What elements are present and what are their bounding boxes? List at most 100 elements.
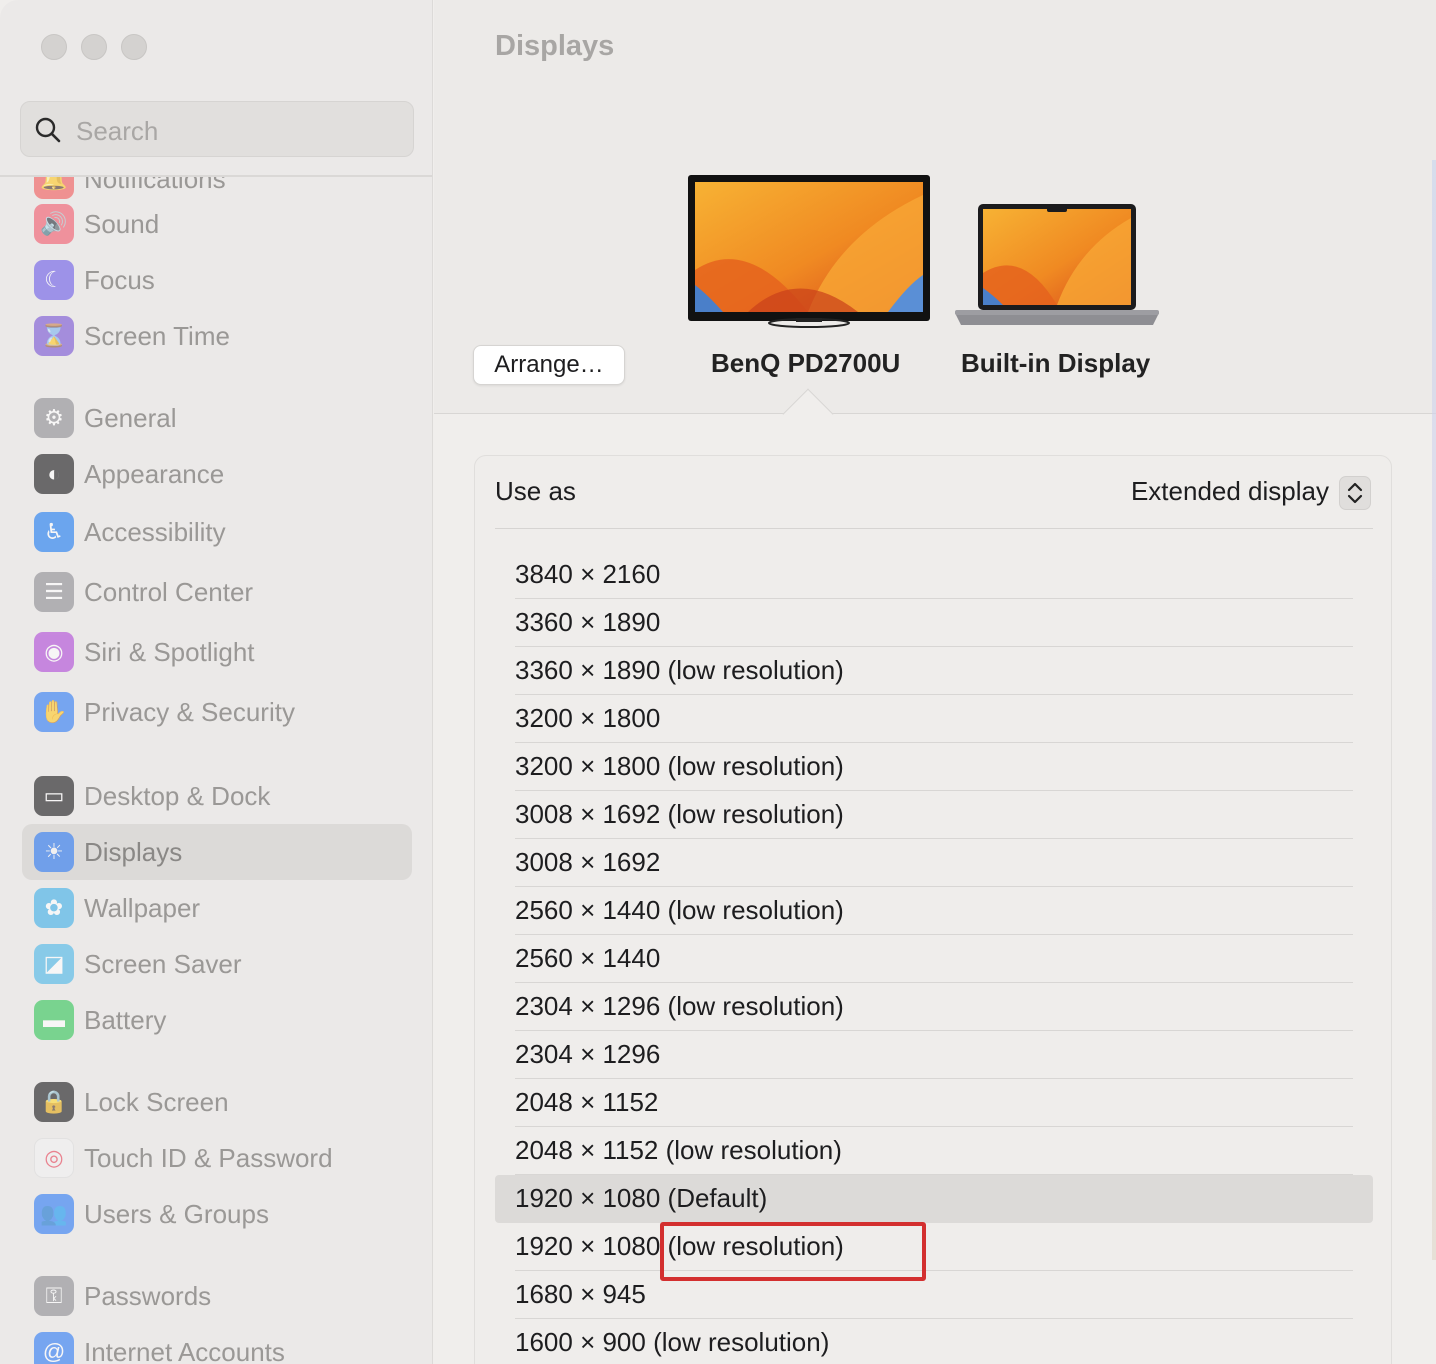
toggles-icon: ☰ — [34, 572, 74, 612]
annotation-highlight-box — [660, 1222, 926, 1281]
resolution-option[interactable]: 2304 × 1296 (low resolution) — [495, 983, 1373, 1031]
resolution-option[interactable]: 3360 × 1890 — [495, 599, 1373, 647]
search-input[interactable]: Search — [76, 116, 158, 147]
resolution-option[interactable]: 3200 × 1800 (low resolution) — [495, 743, 1373, 791]
card-divider — [495, 528, 1373, 529]
arrange-button[interactable]: Arrange… — [473, 345, 625, 385]
sidebar-item-label: Accessibility — [84, 517, 226, 547]
sidebar-item-label: Battery — [84, 1005, 167, 1035]
sidebar-item-privacy-security[interactable]: ✋ Privacy & Security — [22, 684, 412, 740]
minimize-window-button[interactable] — [81, 34, 107, 60]
resolution-option[interactable]: 2560 × 1440 (low resolution) — [495, 887, 1373, 935]
resolution-option[interactable]: 3008 × 1692 — [495, 839, 1373, 887]
resolution-label: 3360 × 1890 — [515, 607, 661, 637]
hourglass-icon: ⌛ — [34, 316, 74, 356]
resolution-label: 3200 × 1800 (low resolution) — [515, 751, 844, 781]
zoom-window-button[interactable] — [121, 34, 147, 60]
sidebar-item-passwords[interactable]: ⚿ Passwords — [22, 1268, 412, 1324]
sidebar-item-label: Focus — [84, 265, 155, 295]
dock-icon: ▭ — [34, 776, 74, 816]
resolution-option[interactable]: 1920 × 1080 (Default) — [495, 1175, 1373, 1223]
resolution-label: 3200 × 1800 — [515, 703, 661, 733]
sidebar-item-internet-accounts[interactable]: @ Internet Accounts — [22, 1324, 412, 1364]
sidebar-item-general[interactable]: ⚙ General — [22, 390, 412, 446]
resolution-option[interactable]: 3200 × 1800 — [495, 695, 1373, 743]
speaker-icon: 🔊 — [34, 204, 74, 244]
resolution-option[interactable]: 3008 × 1692 (low resolution) — [495, 791, 1373, 839]
search-field[interactable]: Search — [20, 101, 414, 157]
resolution-option[interactable]: 3840 × 2160 — [495, 551, 1373, 599]
resolution-option[interactable]: 3360 × 1890 (low resolution) — [495, 647, 1373, 695]
sidebar-item-touch-id-password[interactable]: ◎ Touch ID & Password — [22, 1130, 412, 1186]
sidebar-item-label: Desktop & Dock — [84, 781, 271, 811]
battery-icon: ▬ — [34, 1000, 74, 1040]
resolution-option[interactable]: 1920 × 1080 (low resolution) — [495, 1223, 1373, 1271]
appearance-icon: ◐ — [34, 454, 74, 494]
sidebar-item-label: Control Center — [84, 577, 254, 607]
resolution-option[interactable]: 2048 × 1152 (low resolution) — [495, 1127, 1373, 1175]
sidebar: Search 🔔 Notifications 🔊 Sound ☾ Focus ⌛ Screen… — [0, 0, 433, 1364]
resolution-option[interactable]: 2560 × 1440 — [495, 935, 1373, 983]
resolution-option[interactable]: 2304 × 1296 — [495, 1031, 1373, 1079]
resolution-option[interactable]: 1600 × 900 (low resolution) — [495, 1319, 1373, 1364]
sidebar-item-label: Lock Screen — [84, 1087, 229, 1117]
sidebar-item-control-center[interactable]: ☰ Control Center — [22, 564, 412, 620]
sidebar-item-label: Wallpaper — [84, 893, 201, 923]
resolution-option[interactable]: 1680 × 945 — [495, 1271, 1373, 1319]
sidebar-item-label: Displays — [84, 837, 183, 867]
sidebar-item-siri-spotlight[interactable]: ◉ Siri & Spotlight — [22, 624, 412, 680]
moon-icon: ☾ — [34, 260, 74, 300]
use-as-popup[interactable]: Extended display — [1131, 476, 1329, 507]
sidebar-item-label: Appearance — [84, 459, 225, 489]
key-icon: ⚿ — [34, 1276, 74, 1316]
sidebar-item-screen-saver[interactable]: ◪ Screen Saver — [22, 936, 412, 992]
sidebar-item-accessibility[interactable]: ♿ Accessibility — [22, 504, 412, 560]
sidebar-item-label: Privacy & Security — [84, 697, 295, 727]
use-as-label: Use as — [495, 476, 576, 506]
sidebar-item-users-groups[interactable]: 👥 Users & Groups — [22, 1186, 412, 1242]
external-monitor-icon[interactable] — [688, 175, 930, 331]
resolution-label: 2560 × 1440 (low resolution) — [515, 895, 844, 925]
sidebar-item-focus[interactable]: ☾ Focus — [22, 252, 412, 308]
sidebar-item-label: Users & Groups — [84, 1199, 269, 1229]
sidebar-item-appearance[interactable]: ◐ Appearance — [22, 446, 412, 502]
resolution-label: 3008 × 1692 (low resolution) — [515, 799, 844, 829]
laptop-icon[interactable] — [953, 203, 1161, 329]
resolution-option[interactable]: 2048 × 1152 — [495, 1079, 1373, 1127]
sidebar-item-screen-time[interactable]: ⌛ Screen Time — [22, 308, 412, 364]
display-name-benq[interactable]: BenQ PD2700U — [711, 348, 900, 379]
close-window-button[interactable] — [41, 34, 67, 60]
sidebar-item-desktop-dock[interactable]: ▭ Desktop & Dock — [22, 768, 412, 824]
sidebar-item-label: Sound — [84, 209, 160, 239]
updown-chevron-icon[interactable] — [1339, 476, 1371, 510]
resolution-label: 2560 × 1440 — [515, 943, 661, 973]
screensaver-icon: ◪ — [34, 944, 74, 984]
sidebar-item-lock-screen[interactable]: 🔒 Lock Screen — [22, 1074, 412, 1130]
sidebar-item-wallpaper[interactable]: ✿ Wallpaper — [22, 880, 412, 936]
resolution-label: 3360 × 1890 (low resolution) — [515, 655, 844, 685]
at-icon: @ — [34, 1332, 74, 1364]
resolution-label: 2304 × 1296 — [515, 1039, 661, 1069]
sidebar-item-sound[interactable]: 🔊 Sound — [22, 196, 412, 252]
sidebar-item-label: Screen Time — [84, 321, 230, 351]
resolution-label: 1680 × 945 — [515, 1279, 646, 1309]
users-icon: 👥 — [34, 1194, 74, 1234]
sidebar-list: 🔔 Notifications 🔊 Sound ☾ Focus ⌛ Screen Time ⚙ G… — [0, 177, 432, 1364]
fingerprint-icon: ◎ — [34, 1138, 74, 1178]
resolution-label: 2048 × 1152 (low resolution) — [515, 1135, 842, 1165]
background-window-edge — [1432, 160, 1436, 1260]
sidebar-item-battery[interactable]: ▬ Battery — [22, 992, 412, 1048]
resolution-label: 1920 × 1080 (Default) — [515, 1183, 768, 1213]
sidebar-item-label: Internet Accounts — [84, 1337, 285, 1364]
resolution-label: 3008 × 1692 — [515, 847, 661, 877]
resolution-label: 1600 × 900 (low resolution) — [515, 1327, 830, 1357]
hand-icon: ✋ — [34, 692, 74, 732]
page-title: Displays — [495, 30, 615, 62]
accessibility-icon: ♿ — [34, 512, 74, 552]
display-settings-card: Use as Extended display 3840 × 2160 3360 … — [474, 455, 1392, 1364]
sidebar-item-displays[interactable]: ☀ Displays — [22, 824, 412, 880]
lock-icon: 🔒 — [34, 1082, 74, 1122]
resolution-label: 3840 × 2160 — [515, 559, 661, 589]
display-name-builtin[interactable]: Built-in Display — [961, 348, 1150, 379]
window-controls — [41, 34, 147, 60]
